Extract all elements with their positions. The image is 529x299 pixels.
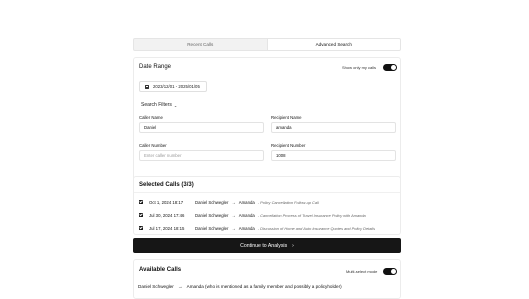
date-range-picker[interactable]: 2023/12/01 - 2025/01/05	[139, 81, 207, 92]
checkbox-checked-icon[interactable]	[139, 213, 143, 217]
search-filters-label: Search Filters	[141, 102, 172, 108]
checkbox-checked-icon[interactable]	[139, 200, 143, 204]
caller-name-label: Caller Name	[139, 115, 163, 120]
date-range-title: Date Range	[139, 64, 172, 70]
calendar-icon	[145, 84, 149, 89]
selected-calls-title: Selected Calls (3/3)	[139, 182, 194, 188]
call-from: Daniel Schwegler	[195, 212, 229, 218]
checkbox-checked-icon[interactable]	[139, 226, 143, 230]
show-only-my-calls-toggle[interactable]	[383, 64, 397, 71]
caller-number-input[interactable]: Enter caller number	[139, 150, 264, 161]
call-search-panel: Recent Calls Advanced Search Date Range …	[133, 38, 401, 299]
arrow-right-icon: →	[178, 284, 183, 289]
call-to: Amanda (who is mentioned as a family mem…	[186, 284, 342, 289]
recipient-number-input[interactable]: 1008	[271, 150, 396, 161]
arrow-right-icon: →	[231, 212, 236, 218]
continue-label: Continue to Analysis	[240, 242, 288, 249]
call-from: Daniel Schwegler	[195, 199, 229, 205]
available-calls-title: Available Calls	[139, 267, 182, 273]
call-date: Jul 17, 2024 18:15	[149, 225, 185, 231]
call-date: Oct 1, 2024 18:17	[149, 199, 184, 205]
recipient-number-label: Recipient Number	[271, 143, 306, 148]
recipient-name-input[interactable]: amanda	[271, 122, 396, 133]
call-date: Jul 30, 2024 17:46	[149, 212, 185, 218]
call-to: Amanda	[238, 212, 255, 218]
tab-bar: Recent Calls Advanced Search	[133, 38, 401, 51]
chevron-down-icon: ⌄	[173, 102, 178, 108]
call-description: - Policy Cancellation Follow-up Call	[257, 199, 319, 205]
call-from: Daniel Schwegler	[138, 284, 174, 289]
arrow-right-icon: →	[231, 199, 236, 205]
chevron-right-icon: ›	[292, 242, 294, 249]
toggle-knob	[391, 65, 396, 70]
selected-call-row[interactable]: Oct 1, 2024 18:17 Daniel Schwegler → Ama…	[138, 197, 396, 207]
search-filters-toggle[interactable]: Search Filters ⌄	[141, 102, 177, 108]
tab-recent-calls[interactable]: Recent Calls	[134, 39, 267, 50]
multi-select-toggle[interactable]	[383, 268, 397, 275]
selected-call-row[interactable]: Jul 30, 2024 17:46 Daniel Schwegler → Am…	[138, 210, 396, 220]
multi-select-label: Multi-select mode	[346, 269, 378, 274]
call-description: - Cancellation Process of Travel Insuran…	[257, 212, 366, 218]
continue-to-analysis-button[interactable]: Continue to Analysis ›	[133, 238, 401, 253]
call-from: Daniel Schwegler	[195, 225, 229, 231]
selected-calls-card: Selected Calls (3/3) Oct 1, 2024 18:17 D…	[133, 176, 401, 235]
call-to: Amanda	[238, 225, 255, 231]
selected-call-row[interactable]: Jul 17, 2024 18:15 Daniel Schwegler → Am…	[138, 223, 396, 233]
arrow-right-icon: →	[231, 225, 236, 231]
available-call-row[interactable]: Daniel Schwegler → Amanda (who is mentio…	[138, 284, 342, 289]
divider	[134, 192, 400, 193]
caller-name-input[interactable]: Daniel	[139, 122, 264, 133]
available-calls-card: Available Calls Multi-select mode Daniel…	[133, 259, 401, 299]
call-to: Amanda	[238, 199, 255, 205]
recipient-name-label: Recipient Name	[271, 115, 302, 120]
toggle-knob	[391, 269, 396, 274]
date-range-value: 2023/12/01 - 2025/01/05	[153, 84, 200, 89]
caller-number-label: Caller Number	[139, 143, 167, 148]
call-description: - Discussion of Home and Auto Insurance …	[257, 225, 376, 231]
show-only-my-calls-label: Show only my calls	[342, 65, 377, 70]
tab-advanced-search[interactable]: Advanced Search	[266, 39, 400, 50]
